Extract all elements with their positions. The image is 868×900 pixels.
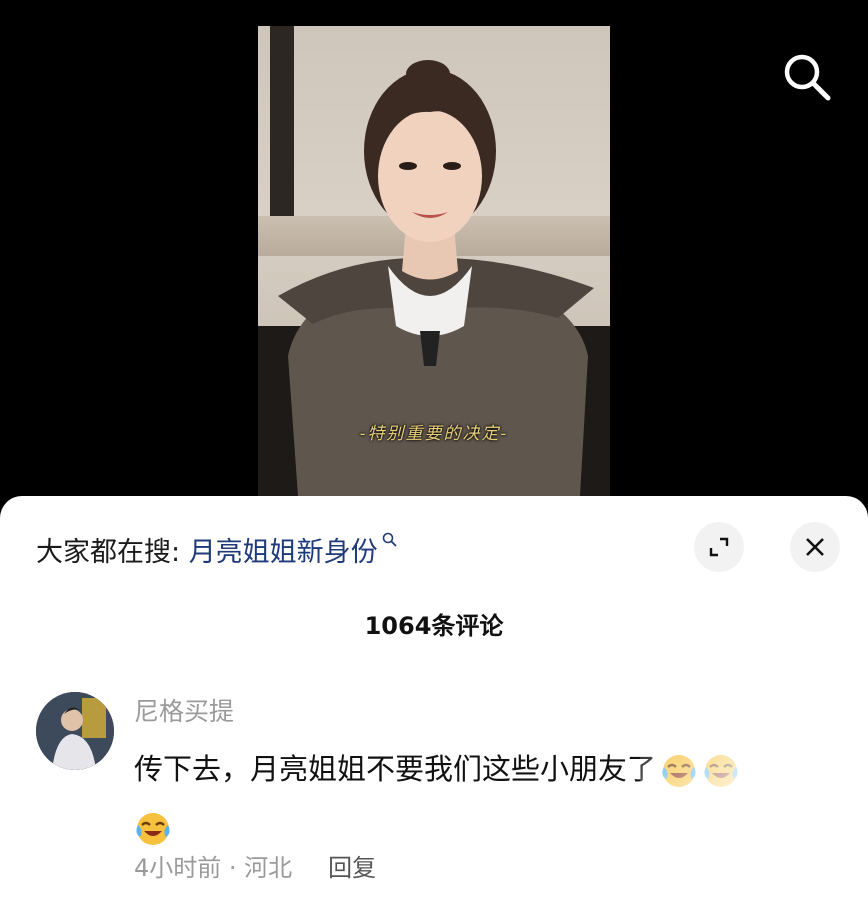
comment-location: 河北 [244,854,293,882]
comment-time: 4小时前 [134,854,222,882]
expand-icon [709,537,729,557]
comment-username[interactable]: 尼格买提 [134,692,234,728]
search-icon [382,532,397,547]
comment-meta: 4小时前 · 河北 回复 [134,848,376,883]
video-subtitle: -特别重要的决定- [359,424,509,444]
avatar[interactable] [36,692,114,770]
crying-laugh-emoji [136,813,170,845]
close-button[interactable] [790,522,840,572]
expand-button[interactable] [694,522,744,572]
meta-separator: · [221,854,245,882]
reply-button[interactable]: 回复 [328,854,376,882]
video-frame[interactable]: -特别重要的决定- [258,26,610,496]
video-player[interactable]: -特别重要的决定- [0,0,868,520]
close-icon [806,538,824,556]
corner-fade-overlay [640,728,868,900]
comment-body: 传下去，月亮姐姐不要我们这些小朋友了 [134,752,657,786]
trending-search[interactable]: 大家都在搜: 月亮姐姐新身份 [36,530,398,569]
trending-prefix: 大家都在搜: [36,537,189,568]
search-icon[interactable] [778,48,834,104]
trending-keyword[interactable]: 月亮姐姐新身份 [189,537,378,568]
comment-count: 1064条评论 [364,612,504,640]
